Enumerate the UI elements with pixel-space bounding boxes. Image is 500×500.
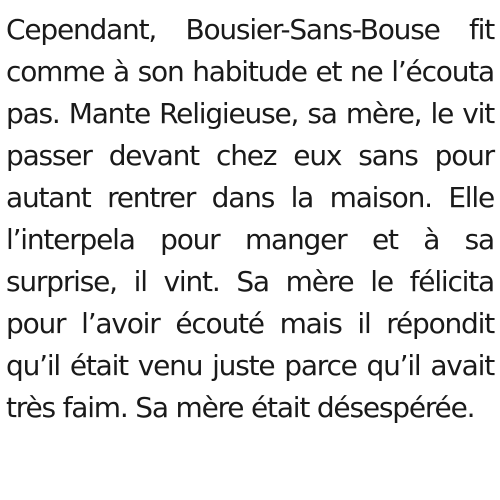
text-line: comme à son habitude et ne l’écouta [6,55,495,88]
text-line: qu’il était venu juste parce qu’il avait [6,349,495,382]
text-line: autant rentrer dans la maison. Elle [6,181,495,214]
text-line: passer devant chez eux sans pour [6,139,495,172]
text-line: très faim. Sa mère était désespérée. [6,391,475,424]
text-line: l’interpela pour manger et à sa [6,223,495,256]
text-line: pour l’avoir écouté mais il répondit [6,307,495,340]
text-line: pas. Mante Religieuse, sa mère, le vit [6,97,495,130]
page: Cependant, Bousier-Sans-Bouse fit comme … [0,0,500,500]
story-paragraph: Cependant, Bousier-Sans-Bouse fit comme … [6,9,495,429]
text-line: Cependant, Bousier-Sans-Bouse fit [6,13,495,46]
text-line: surprise, il vint. Sa mère le félicita [6,265,495,298]
